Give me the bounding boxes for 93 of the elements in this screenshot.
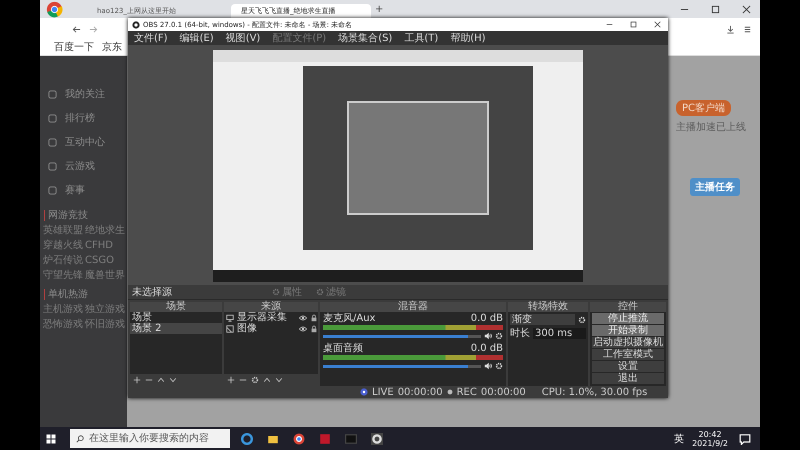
client-note: 主播加速已上线 — [676, 120, 746, 134]
up-icon[interactable] — [263, 376, 271, 384]
add-icon[interactable] — [133, 376, 141, 384]
download-icon[interactable] — [726, 24, 735, 34]
notification-icon[interactable] — [739, 432, 751, 444]
control-button[interactable]: 启动虚拟摄像机 — [592, 337, 664, 348]
volume-slider[interactable] — [323, 364, 481, 368]
menu-item[interactable]: 文件(F) — [134, 32, 168, 44]
sidebar-item[interactable]: 排行榜 — [65, 111, 95, 125]
add-icon[interactable] — [227, 376, 235, 384]
browser-logo-icon[interactable] — [293, 432, 305, 444]
source-item[interactable]: 图像 — [237, 323, 296, 334]
section-heading: 单机热游 — [44, 289, 127, 300]
rec-time: 00:00:00 — [480, 386, 526, 398]
app-logo-icon — [132, 20, 140, 28]
image-icon — [226, 324, 234, 332]
control-button[interactable]: 开始录制 — [592, 325, 664, 336]
dock-title: 转场特效 — [508, 302, 588, 312]
outline-square-icon — [48, 162, 57, 170]
menu-item[interactable]: 帮助(H) — [450, 32, 486, 44]
gear-icon — [272, 288, 280, 296]
monitor-icon — [226, 314, 234, 322]
app-icon[interactable] — [319, 432, 331, 444]
minimize-icon[interactable] — [606, 21, 613, 28]
channel-reading: 0.0 dB — [470, 313, 503, 324]
duration-field[interactable]: 300 ms — [533, 328, 586, 339]
menu-item[interactable]: 场景集合(S) — [338, 32, 392, 44]
transition-select[interactable]: 渐变 — [510, 314, 575, 325]
lock-icon[interactable] — [310, 314, 318, 322]
dock-title: 混音器 — [320, 302, 506, 312]
new-tab-button[interactable]: + — [375, 4, 384, 14]
control-button[interactable]: 工作室模式 — [592, 349, 664, 360]
eye-icon[interactable] — [299, 324, 307, 332]
app-logo-icon[interactable] — [371, 432, 383, 444]
eye-icon[interactable] — [299, 314, 307, 322]
back-icon[interactable] — [72, 24, 81, 34]
dock-title: 来源 — [224, 302, 318, 312]
clock-time[interactable]: 20:42 — [698, 430, 722, 438]
control-button[interactable]: 停止推流 — [592, 313, 664, 324]
channel-reading: 0.0 dB — [470, 343, 503, 354]
settings-icon[interactable] — [578, 316, 586, 324]
down-icon[interactable] — [169, 376, 177, 384]
ime-indicator[interactable]: 英 — [674, 432, 684, 446]
scene-item[interactable]: 场景 — [130, 312, 222, 323]
speaker-icon[interactable] — [484, 332, 492, 340]
down-icon[interactable] — [275, 376, 283, 384]
section-heading: 网游竞技 — [44, 210, 127, 221]
control-button[interactable]: 设置 — [592, 361, 664, 372]
windows-logo-icon[interactable] — [46, 434, 56, 444]
outline-square-icon — [48, 186, 57, 194]
sidebar-item[interactable]: 我的关注 — [65, 87, 105, 101]
up-icon[interactable] — [157, 376, 165, 384]
settings-icon[interactable] — [495, 332, 503, 340]
source-item[interactable]: 显示器采集 — [237, 312, 296, 323]
cpu-stats: CPU: 1.0%, 30.00 fps — [542, 386, 648, 398]
broadcast-icon — [360, 388, 368, 396]
lock-icon[interactable] — [310, 324, 318, 332]
no-source-label: 未选择源 — [132, 286, 173, 298]
volume-slider[interactable] — [323, 334, 481, 338]
rec-label: REC — [456, 386, 477, 398]
settings-icon[interactable] — [251, 376, 259, 384]
close-icon[interactable] — [742, 4, 751, 14]
record-dot-icon — [446, 389, 453, 395]
maximize-icon[interactable] — [711, 4, 720, 14]
sidebar-item[interactable]: 云游戏 — [65, 159, 95, 173]
bookmark-link[interactable]: 百度一下 — [54, 42, 94, 54]
sidebar-item[interactable]: 互动中心 — [65, 135, 105, 149]
dock-title: 场景 — [130, 302, 222, 312]
duration-label: 时长 — [510, 328, 530, 339]
outline-square-icon — [48, 138, 57, 146]
gear-icon — [316, 288, 324, 296]
outline-square-icon — [48, 114, 57, 122]
bookmark-link[interactable]: 京东 — [102, 42, 122, 54]
clock-date[interactable]: 2021/9/2 — [692, 438, 728, 448]
channel-name: 桌面音频 — [323, 343, 363, 354]
menu-icon[interactable] — [743, 24, 752, 34]
maximize-icon[interactable] — [630, 21, 637, 28]
channel-name: 麦克风/Aux — [323, 313, 376, 324]
menu-item[interactable]: 编辑(E) — [180, 32, 214, 44]
menu-item[interactable]: 视图(V) — [226, 32, 260, 44]
task-badge[interactable]: 主播任务 — [690, 178, 740, 196]
search-icon — [76, 434, 84, 442]
scene-item[interactable]: 场景 2 — [130, 323, 222, 334]
live-label: LIVE — [372, 386, 394, 398]
live-time: 00:00:00 — [398, 386, 443, 398]
menu-item[interactable]: 工具(T) — [404, 32, 438, 44]
outline-square-icon — [48, 90, 57, 98]
close-icon[interactable] — [654, 21, 661, 28]
control-button[interactable]: 退出 — [592, 373, 664, 384]
dock-title: 控件 — [590, 302, 666, 312]
speaker-icon[interactable] — [484, 362, 492, 370]
settings-icon[interactable] — [495, 362, 503, 370]
sidebar-item[interactable]: 赛事 — [65, 183, 85, 197]
